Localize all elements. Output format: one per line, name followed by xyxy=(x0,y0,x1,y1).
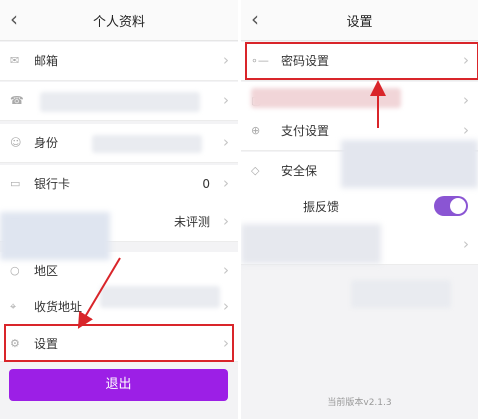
annotation-arrows xyxy=(77,80,386,329)
arrow-to-settings xyxy=(77,257,121,329)
